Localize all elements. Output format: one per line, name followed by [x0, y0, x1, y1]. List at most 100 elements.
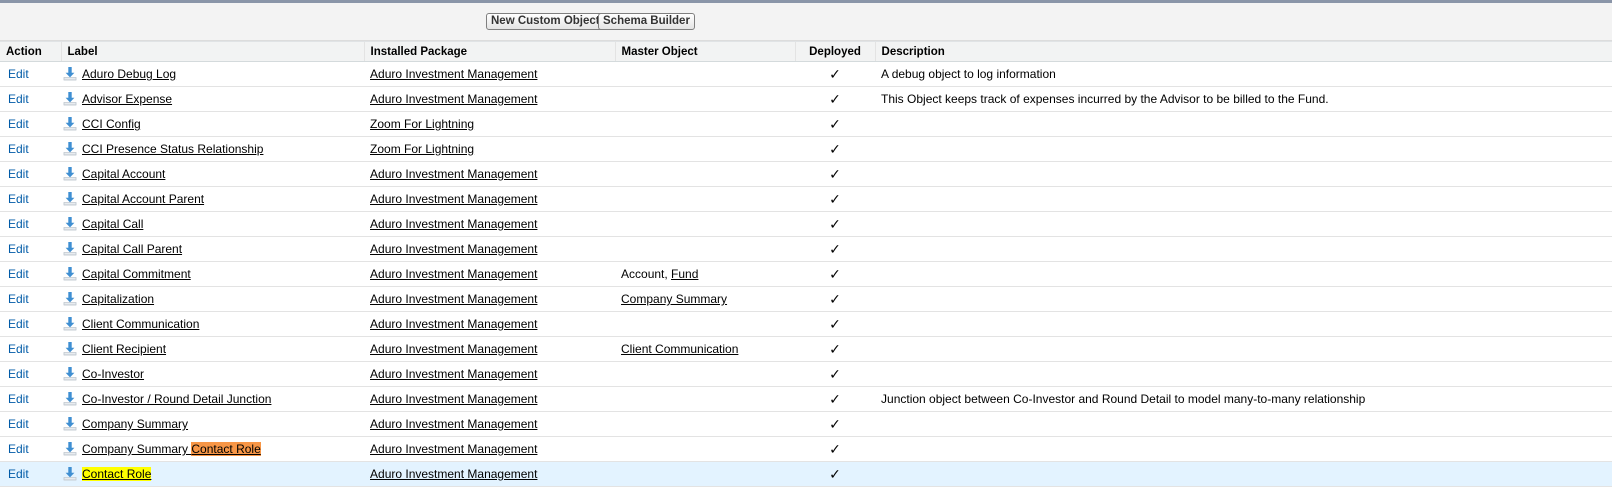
object-label-link[interactable]: Capital Call: [82, 217, 143, 231]
installed-package-download-icon: [63, 367, 77, 381]
column-header-master-object[interactable]: Master Object: [614, 41, 796, 62]
table-row: Edit Client Communication Aduro Investment…: [0, 311, 1612, 337]
object-label-link[interactable]: Aduro Debug Log: [82, 67, 176, 81]
column-header-description[interactable]: Description: [874, 41, 1612, 62]
edit-link[interactable]: Edit: [8, 117, 29, 131]
edit-link[interactable]: Edit: [8, 342, 29, 356]
description-cell: Junction object between Co-Investor and …: [875, 386, 1612, 412]
installed-package-link[interactable]: Aduro Investment Management: [370, 217, 537, 231]
action-cell: Edit: [0, 411, 61, 437]
label-cell: Capitalization: [82, 286, 365, 312]
object-label-link[interactable]: Co-Investor / Round Detail Junction: [82, 392, 271, 406]
search-match-highlight: Contact Role: [191, 442, 261, 456]
installed-package-link[interactable]: Aduro Investment Management: [370, 317, 537, 331]
installed-package-cell: Aduro Investment Management: [364, 361, 616, 387]
new-custom-object-button[interactable]: New Custom Object: [486, 13, 605, 30]
column-header-installed-package[interactable]: Installed Package: [363, 41, 616, 62]
edit-link[interactable]: Edit: [8, 367, 29, 381]
installed-package-link[interactable]: Aduro Investment Management: [370, 342, 537, 356]
table-header-row: Action Label Installed Package Master Ob…: [0, 41, 1612, 62]
object-label-link[interactable]: Co-Investor: [82, 367, 144, 381]
label-cell: CCI Presence Status Relationship: [82, 136, 365, 162]
installed-package-cell: Aduro Investment Management: [364, 61, 616, 87]
edit-link[interactable]: Edit: [8, 442, 29, 456]
object-label-text: Company Summary: [82, 417, 189, 431]
edit-link[interactable]: Edit: [8, 242, 29, 256]
edit-link[interactable]: Edit: [8, 417, 29, 431]
installed-package-cell: Aduro Investment Management: [364, 261, 616, 287]
master-object-link[interactable]: Client Communication: [621, 342, 738, 356]
edit-link[interactable]: Edit: [8, 217, 29, 231]
object-label-link[interactable]: Advisor Expense: [82, 92, 172, 106]
object-label-link[interactable]: Capitalization: [82, 292, 154, 306]
installed-package-link[interactable]: Aduro Investment Management: [370, 392, 537, 406]
master-object-cell: [615, 386, 796, 412]
edit-link[interactable]: Edit: [8, 292, 29, 306]
label-cell: Company Summary Contact Role: [82, 436, 365, 462]
installed-package-cell: Zoom For Lightning: [364, 111, 616, 137]
object-label-link[interactable]: Capital Commitment: [82, 267, 191, 281]
action-cell: Edit: [0, 286, 61, 312]
object-label-link[interactable]: Capital Account Parent: [82, 192, 204, 206]
action-cell: Edit: [0, 361, 61, 387]
installed-package-link[interactable]: Aduro Investment Management: [370, 67, 537, 81]
deployed-cell: ✓: [795, 361, 876, 387]
edit-link[interactable]: Edit: [8, 467, 29, 481]
installed-package-download-icon: [63, 142, 77, 156]
column-header-deployed[interactable]: Deployed: [794, 41, 876, 62]
description-cell: [875, 211, 1612, 237]
column-header-action[interactable]: Action: [0, 41, 61, 62]
installed-package-link[interactable]: Aduro Investment Management: [370, 267, 537, 281]
master-object-cell: Company Summary: [615, 286, 796, 312]
installed-package-link[interactable]: Aduro Investment Management: [370, 92, 537, 106]
installed-package-link[interactable]: Aduro Investment Management: [370, 467, 537, 481]
installed-package-link[interactable]: Aduro Investment Management: [370, 417, 537, 431]
master-object-cell: [615, 136, 796, 162]
edit-link[interactable]: Edit: [8, 192, 29, 206]
object-label-link[interactable]: Company Summary Contact Role: [82, 442, 261, 456]
object-label-link[interactable]: Capital Account: [82, 167, 165, 181]
installed-package-link[interactable]: Aduro Investment Management: [370, 442, 537, 456]
icon-cell: [61, 236, 82, 262]
object-label-link[interactable]: Contact Role: [82, 467, 152, 481]
installed-package-link[interactable]: Aduro Investment Management: [370, 167, 537, 181]
installed-package-download-icon: [63, 217, 77, 231]
icon-cell: [61, 336, 82, 362]
label-cell: Co-Investor: [82, 361, 365, 387]
object-label-text: Capitalization: [82, 292, 155, 306]
schema-builder-button[interactable]: Schema Builder: [598, 13, 695, 30]
installed-package-link[interactable]: Aduro Investment Management: [370, 242, 537, 256]
object-label-link[interactable]: Client Recipient: [82, 342, 166, 356]
edit-link[interactable]: Edit: [8, 167, 29, 181]
edit-link[interactable]: Edit: [8, 317, 29, 331]
edit-link[interactable]: Edit: [8, 392, 29, 406]
installed-package-link[interactable]: Zoom For Lightning: [370, 117, 474, 131]
installed-package-link[interactable]: Aduro Investment Management: [370, 292, 537, 306]
installed-package-link[interactable]: Aduro Investment Management: [370, 192, 537, 206]
installed-package-link[interactable]: Aduro Investment Management: [370, 367, 537, 381]
icon-cell: [61, 211, 82, 237]
object-label-link[interactable]: Capital Call Parent: [82, 242, 182, 256]
icon-cell: [61, 361, 82, 387]
edit-link[interactable]: Edit: [8, 92, 29, 106]
edit-link[interactable]: Edit: [8, 267, 29, 281]
label-cell: Aduro Debug Log: [82, 61, 365, 87]
button-bar: New Custom Object Schema Builder: [0, 3, 1612, 41]
master-object-link[interactable]: Company Summary: [621, 292, 727, 306]
edit-link[interactable]: Edit: [8, 67, 29, 81]
master-object-text: Account,: [621, 267, 672, 281]
object-label-link[interactable]: CCI Presence Status Relationship: [82, 142, 263, 156]
master-object-cell: Account, Fund: [615, 261, 796, 287]
master-object-link[interactable]: Fund: [671, 267, 698, 281]
deployed-cell: ✓: [795, 136, 876, 162]
column-header-label[interactable]: Label: [60, 41, 365, 62]
master-object-cell: Client Communication: [615, 336, 796, 362]
object-label-link[interactable]: Client Communication: [82, 317, 199, 331]
object-label-link[interactable]: CCI Config: [82, 117, 141, 131]
edit-link[interactable]: Edit: [8, 142, 29, 156]
action-cell: Edit: [0, 211, 61, 237]
master-object-cell: [615, 111, 796, 137]
object-label-link[interactable]: Company Summary: [82, 417, 188, 431]
installed-package-link[interactable]: Zoom For Lightning: [370, 142, 474, 156]
installed-package-download-icon: [63, 467, 77, 481]
